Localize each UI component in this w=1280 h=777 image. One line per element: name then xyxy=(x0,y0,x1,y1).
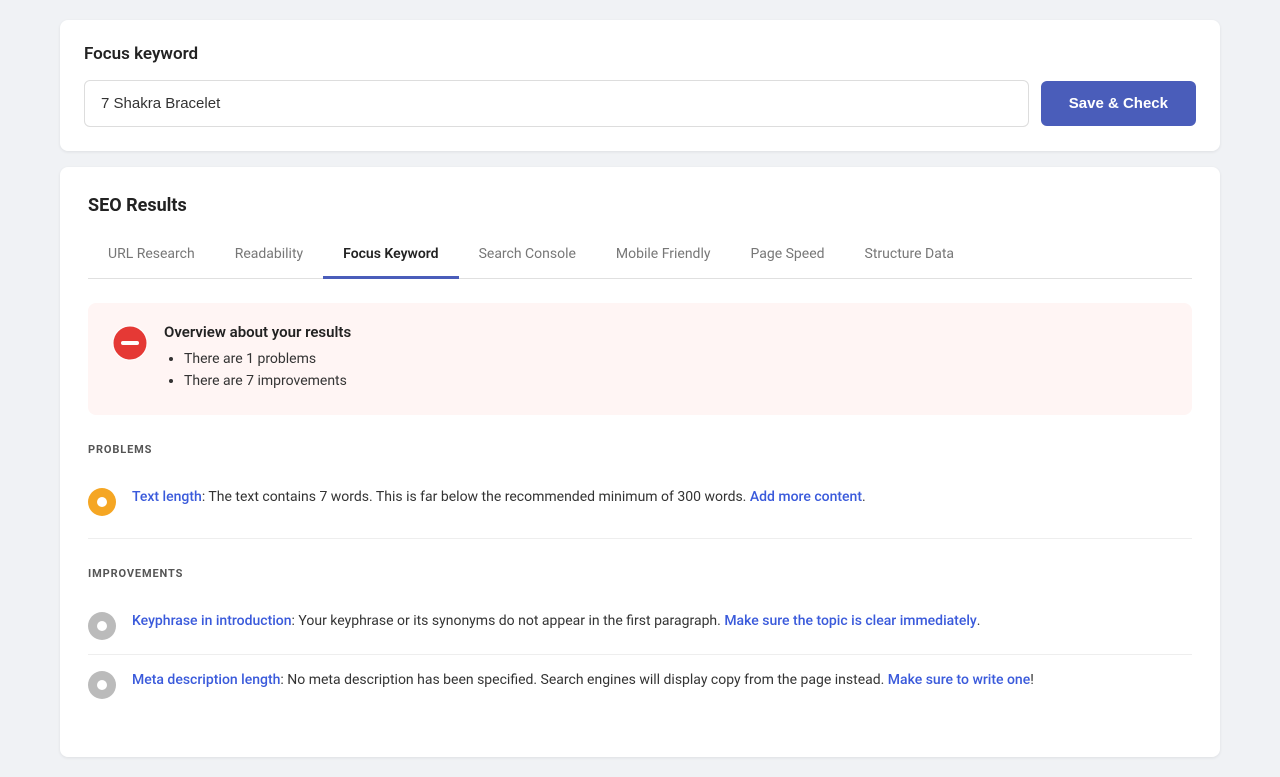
tab-content-focus-keyword: Overview about your results There are 1 … xyxy=(88,279,1192,757)
overview-list: There are 1 problems There are 7 improve… xyxy=(164,351,351,389)
focus-keyword-title: Focus keyword xyxy=(84,44,1196,64)
seo-results-section: SEO Results URL Research Readability Foc… xyxy=(60,167,1220,757)
overview-content: Overview about your results There are 1 … xyxy=(164,323,351,395)
focus-keyword-input[interactable] xyxy=(84,80,1029,127)
problem-action-add-content[interactable]: Add more content xyxy=(750,489,862,505)
improvement-desc-2b: ! xyxy=(1030,672,1034,688)
tab-search-console[interactable]: Search Console xyxy=(459,236,596,279)
improvement-action-meta-desc[interactable]: Make sure to write one xyxy=(888,672,1030,688)
problems-label: PROBLEMS xyxy=(88,443,1192,456)
improvement-text-keyphrase: Keyphrase in introduction: Your keyphras… xyxy=(132,610,1192,632)
improvement-desc-2: : No meta description has been specified… xyxy=(280,672,887,688)
problem-row-text-length: Text length: The text contains 7 words. … xyxy=(88,472,1192,530)
improvement-action-keyphrase[interactable]: Make sure the topic is clear immediately xyxy=(724,613,976,629)
keyword-input-row: Save & Check xyxy=(84,80,1196,127)
save-check-button[interactable]: Save & Check xyxy=(1041,81,1196,126)
problems-list: Text length: The text contains 7 words. … xyxy=(88,472,1192,539)
improvement-desc-1: : Your keyphrase or its synonyms do not … xyxy=(292,613,725,629)
no-entry-icon xyxy=(112,325,148,361)
improvements-section: IMPROVEMENTS Keyphrase in introduction: … xyxy=(88,567,1192,733)
improvement-row-keyphrase: Keyphrase in introduction: Your keyphras… xyxy=(88,596,1192,655)
seo-results-title: SEO Results xyxy=(88,195,1192,216)
overview-title: Overview about your results xyxy=(164,323,351,341)
overview-item-improvements: There are 7 improvements xyxy=(184,373,351,389)
tab-page-speed[interactable]: Page Speed xyxy=(730,236,844,279)
problem-icon-inner xyxy=(97,497,107,507)
tab-url-research[interactable]: URL Research xyxy=(88,236,215,279)
improvement-icon-inner-1 xyxy=(97,621,107,631)
improvement-icon-gray-2 xyxy=(88,671,116,699)
improvements-label: IMPROVEMENTS xyxy=(88,567,1192,580)
improvement-icon-inner-2 xyxy=(97,680,107,690)
problem-desc-1: : The text contains 7 words. This is far… xyxy=(202,489,750,505)
problem-desc-2: . xyxy=(862,489,866,505)
improvement-row-meta-desc: Meta description length: No meta descrip… xyxy=(88,655,1192,713)
tab-focus-keyword[interactable]: Focus Keyword xyxy=(323,236,458,279)
overview-box: Overview about your results There are 1 … xyxy=(88,303,1192,415)
improvement-text-meta-desc: Meta description length: No meta descrip… xyxy=(132,669,1192,691)
tabs-bar: URL Research Readability Focus Keyword S… xyxy=(88,236,1192,279)
tab-readability[interactable]: Readability xyxy=(215,236,323,279)
improvement-keyword-keyphrase[interactable]: Keyphrase in introduction xyxy=(132,613,292,629)
problems-section: PROBLEMS Text length: The text contains … xyxy=(88,443,1192,547)
improvement-desc-1b: . xyxy=(977,613,981,629)
tab-structure-data[interactable]: Structure Data xyxy=(845,236,975,279)
improvement-icon-gray-1 xyxy=(88,612,116,640)
problem-keyword-text-length[interactable]: Text length xyxy=(132,489,202,505)
problem-icon-orange xyxy=(88,488,116,516)
focus-keyword-section: Focus keyword Save & Check xyxy=(60,20,1220,151)
improvement-keyword-meta-desc[interactable]: Meta description length xyxy=(132,672,280,688)
problem-text-text-length: Text length: The text contains 7 words. … xyxy=(132,486,1192,508)
tab-mobile-friendly[interactable]: Mobile Friendly xyxy=(596,236,731,279)
overview-item-problems: There are 1 problems xyxy=(184,351,351,367)
